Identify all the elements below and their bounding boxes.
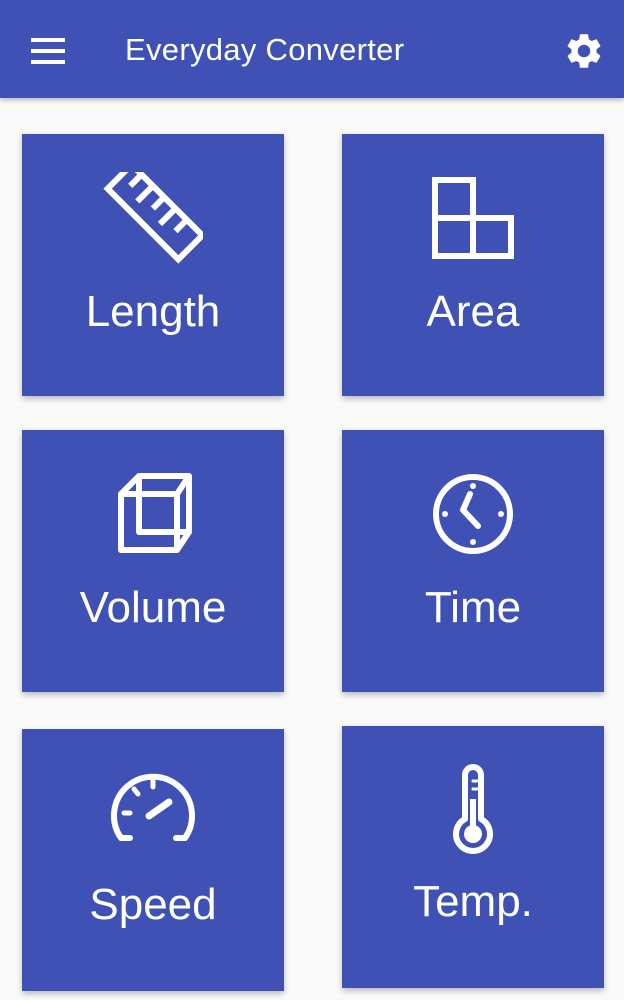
- cube-icon: [118, 473, 192, 553]
- ruler-icon: [103, 172, 203, 264]
- menu-icon: [28, 33, 68, 69]
- tile-length[interactable]: Length: [22, 134, 284, 396]
- tile-label: Speed: [89, 880, 217, 929]
- tile-area[interactable]: Area: [342, 134, 604, 396]
- app-bar: Everyday Converter: [0, 0, 624, 98]
- clock-icon: [433, 474, 513, 554]
- menu-button[interactable]: [28, 33, 68, 69]
- tile-label: Time: [424, 583, 522, 632]
- tile-label: Temp.: [413, 877, 533, 926]
- settings-button[interactable]: [563, 30, 605, 72]
- tile-label: Length: [85, 287, 221, 336]
- area-grid-icon: [432, 177, 514, 259]
- app-title: Everyday Converter: [125, 32, 405, 67]
- thermometer-icon: [453, 764, 493, 854]
- tile-time[interactable]: Time: [342, 430, 604, 692]
- gear-icon: [567, 34, 601, 68]
- tile-speed[interactable]: Speed: [22, 729, 284, 991]
- speedometer-icon: [111, 773, 195, 841]
- tile-label: Volume: [79, 583, 227, 632]
- tile-label: Area: [426, 287, 520, 336]
- tile-temp[interactable]: Temp.: [342, 726, 604, 988]
- tile-volume[interactable]: Volume: [22, 430, 284, 692]
